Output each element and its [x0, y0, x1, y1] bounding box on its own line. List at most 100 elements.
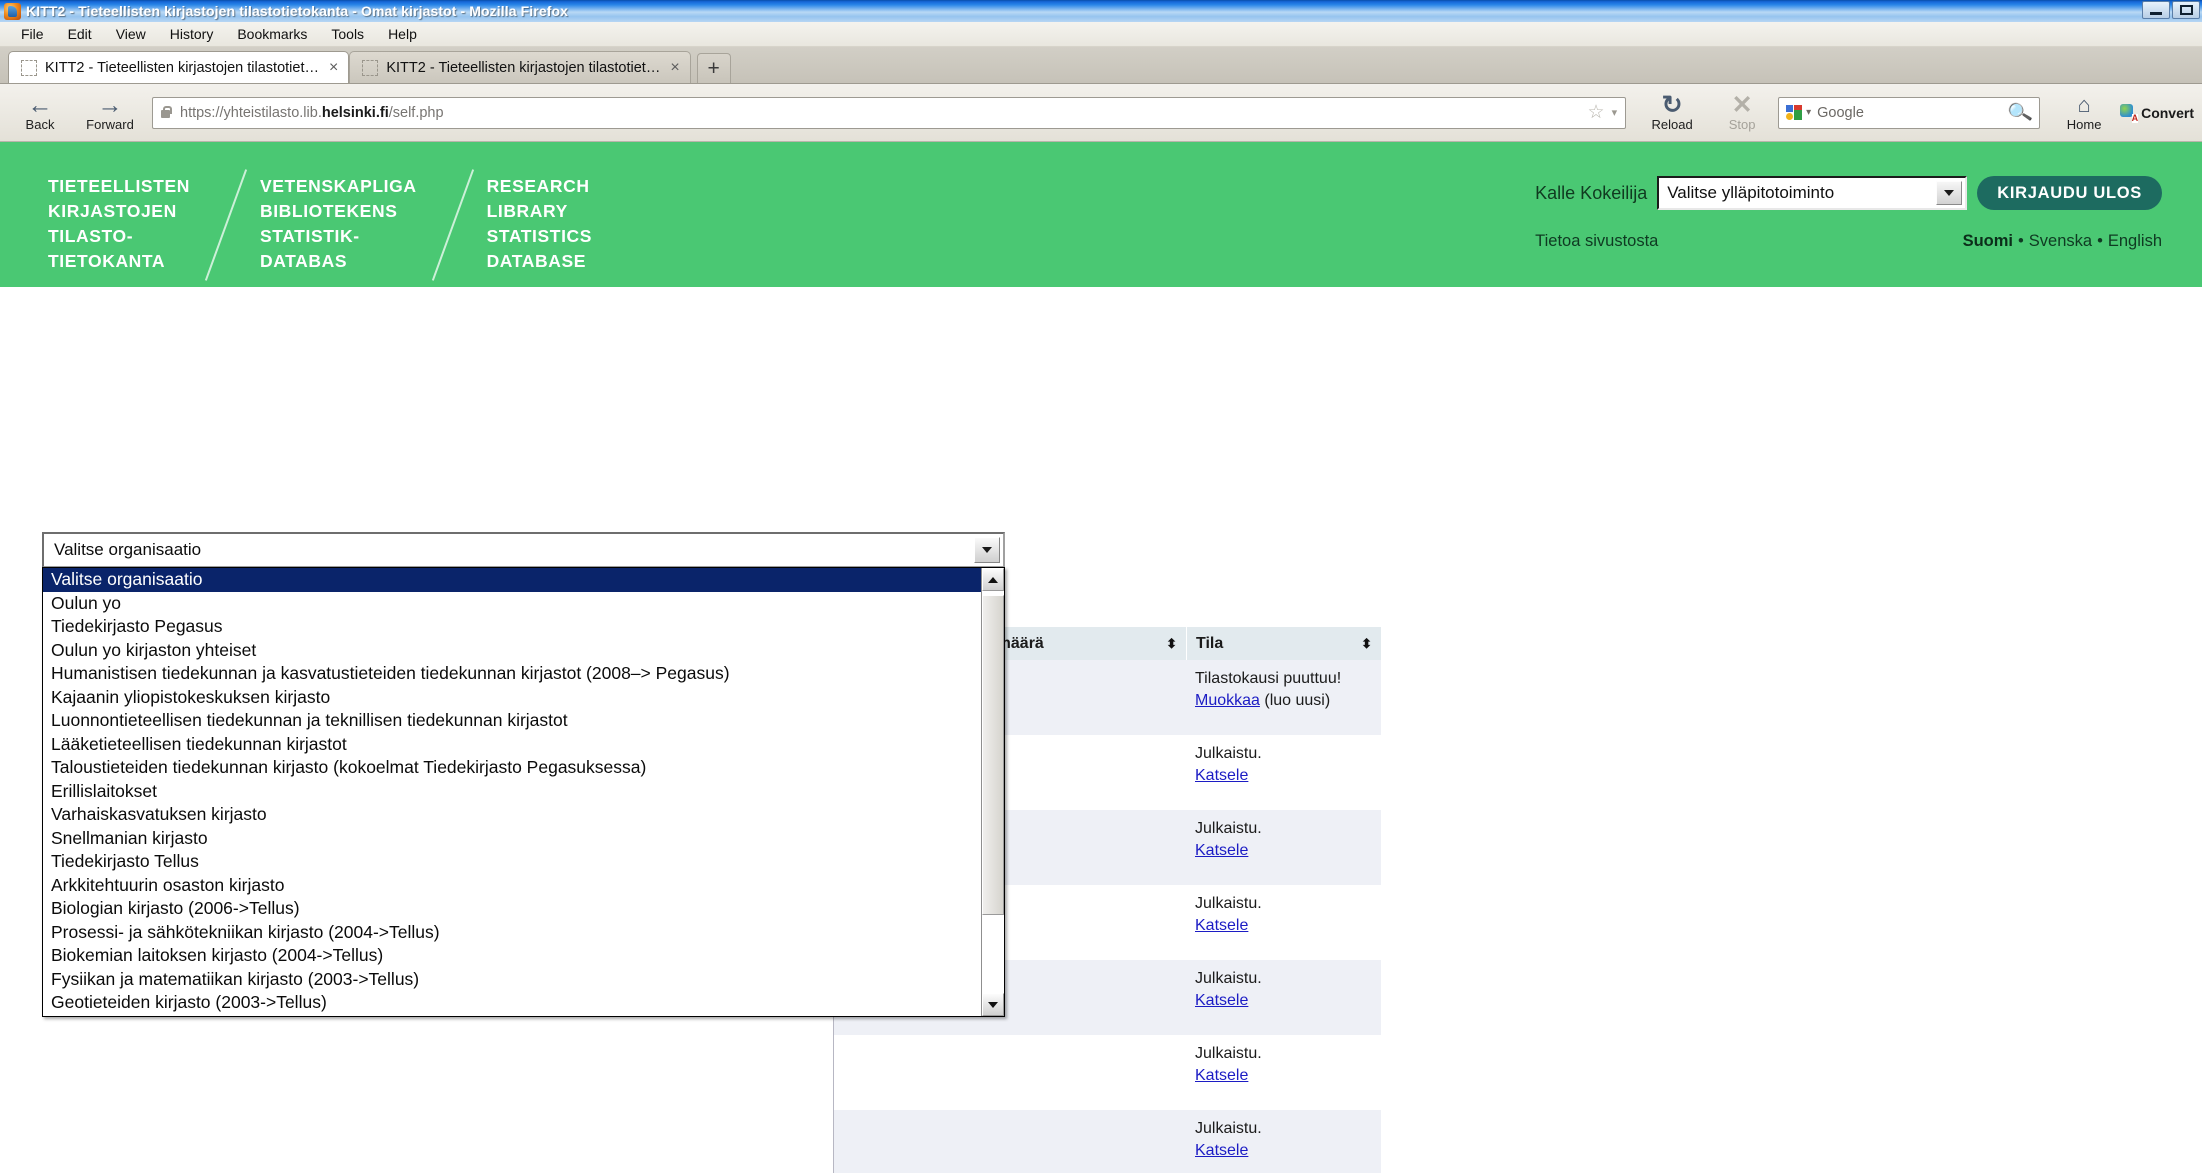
organisation-select[interactable]: Valitse organisaatio [42, 532, 1005, 568]
menu-item-file[interactable]: File [10, 23, 55, 45]
menu-item-tools[interactable]: Tools [320, 23, 375, 45]
organisation-option[interactable]: Taloustieteiden tiedekunnan kirjasto (ko… [43, 756, 981, 780]
url-path: /self.php [388, 104, 444, 121]
lang-separator: • [2018, 232, 2024, 250]
arrow-right-icon: → [97, 91, 123, 119]
organisation-option[interactable]: Oulun yo [43, 592, 981, 616]
scrollbar-thumb[interactable] [982, 595, 1004, 915]
about-site-link[interactable]: Tietoa sivustosta [1535, 232, 1658, 251]
browser-tab-1[interactable]: KITT2 - Tieteellisten kirjastojen tilast… [8, 51, 350, 83]
state-action-link[interactable]: Katsele [1195, 1142, 1248, 1159]
google-icon [1786, 104, 1803, 121]
state-action-link[interactable]: Katsele [1195, 992, 1248, 1009]
admin-function-select[interactable]: Valitse ylläpitotoiminto [1657, 176, 1968, 210]
menu-item-help[interactable]: Help [377, 23, 428, 45]
state-link-wrap: Katsele [1195, 840, 1372, 862]
menu-item-edit[interactable]: Edit [57, 23, 103, 45]
organisation-option[interactable]: Kemian laitoksen kirjasto (2003->Tellus) [43, 1015, 981, 1017]
menu-item-bookmarks[interactable]: Bookmarks [226, 23, 318, 45]
search-bar[interactable]: ▾ Google 🔍 [1778, 96, 2041, 129]
organisation-option[interactable]: Geotieteiden kirjasto (2003->Tellus) [43, 991, 981, 1015]
organisation-option[interactable]: Varhaiskasvatuksen kirjasto [43, 803, 981, 827]
maximize-button[interactable] [2172, 1, 2200, 19]
state-action-link[interactable]: Muokkaa [1195, 692, 1260, 709]
search-input[interactable]: Google [1817, 105, 1864, 121]
chevron-down-icon[interactable] [974, 537, 1000, 563]
column-header-state[interactable]: Tila ⬍ [1186, 627, 1381, 660]
search-icon[interactable]: 🔍 [2006, 98, 2035, 126]
state-text: Julkaistu. [1195, 1120, 1262, 1137]
organisation-dropdown-list[interactable]: Valitse organisaatio Oulun yo Tiedekirjast… [42, 567, 1005, 1017]
tab-favicon [21, 59, 37, 76]
cell-count [944, 1110, 1186, 1173]
menu-item-history[interactable]: History [159, 23, 225, 45]
scroll-down-button[interactable] [982, 993, 1004, 1016]
lang-separator: • [2097, 232, 2103, 250]
brand-sv-line-3: STATISTIK- [259, 226, 360, 246]
username-label: Kalle Kokeilija [1535, 182, 1648, 203]
browser-tab-2[interactable]: KITT2 - Tieteellisten kirjastojen tilast… [349, 51, 691, 83]
address-bar[interactable]: https://yhteistilasto.lib.helsinki.fi/se… [152, 96, 1627, 129]
organisation-option[interactable]: Biokemian laitoksen kirjasto (2004->Tell… [43, 944, 981, 968]
organisation-option[interactable]: Kajaanin yliopistokeskuksen kirjasto [43, 686, 981, 710]
column-header-state-label: Tila [1196, 635, 1224, 652]
organisation-option[interactable]: Tiedekirjasto Tellus [43, 850, 981, 874]
organisation-option[interactable]: Humanistisen tiedekunnan ja kasvatustiet… [43, 662, 981, 686]
state-text: Julkaistu. [1195, 970, 1262, 987]
forward-label: Forward [86, 117, 134, 132]
minimize-button[interactable] [2142, 1, 2170, 19]
brand-en-line-2: LIBRARY [486, 201, 568, 221]
cell-state: Julkaistu. Katsele [1186, 735, 1381, 810]
logout-button[interactable]: KIRJAUDU ULOS [1977, 176, 2162, 210]
organisation-option[interactable]: Erillislaitokset [43, 780, 981, 804]
state-action-link[interactable]: Katsele [1195, 1067, 1248, 1084]
home-button[interactable]: ⌂ Home [2050, 86, 2118, 140]
state-action-link[interactable]: Katsele [1195, 767, 1248, 784]
lang-link-english[interactable]: English [2108, 232, 2162, 250]
organisation-option[interactable]: Tiedekirjasto Pegasus [43, 615, 981, 639]
back-button[interactable]: ← Back [6, 86, 74, 140]
brand-fi-line-2: KIRJASTOJEN [48, 201, 177, 221]
tab-close-icon[interactable]: × [670, 59, 679, 76]
chevron-down-icon[interactable]: ▾ [1806, 107, 1811, 118]
brand-sv-line-1: VETENSKAPLIGA [259, 176, 417, 196]
lang-link-svenska[interactable]: Svenska [2029, 232, 2092, 250]
state-action-link[interactable]: Katsele [1195, 842, 1248, 859]
lang-link-suomi[interactable]: Suomi [1963, 232, 2013, 250]
tab-close-icon[interactable]: × [329, 59, 338, 76]
organisation-option[interactable]: Arkkitehtuurin osaston kirjasto [43, 874, 981, 898]
divider-slash-icon [417, 174, 487, 282]
menu-item-view[interactable]: View [105, 23, 157, 45]
brand-fi-line-3: TILASTO- [48, 226, 134, 246]
forward-button[interactable]: → Forward [76, 86, 144, 140]
new-tab-button[interactable]: + [696, 53, 731, 83]
cell-state: Julkaistu. Katsele [1186, 810, 1381, 885]
scroll-up-button[interactable] [982, 568, 1004, 591]
bookmark-controls: ☆ ▾ [1588, 101, 1620, 124]
organisation-option[interactable]: Snellmanian kirjasto [43, 827, 981, 851]
stop-button: ✕ Stop [1708, 86, 1776, 140]
url-scheme: https://yhteistilasto.lib. [180, 104, 322, 121]
convert-button[interactable]: Convert [2120, 103, 2196, 123]
page-content: TIETEELLISTEN KIRJASTOJEN TILASTO- TIETO… [0, 142, 2202, 1173]
sort-icon[interactable]: ⬍ [1166, 636, 1177, 652]
organisation-option[interactable]: Lääketieteellisen tiedekunnan kirjastot [43, 733, 981, 757]
state-link-wrap: Katsele [1195, 915, 1372, 937]
organisation-option[interactable]: Fysiikan ja matematiikan kirjasto (2003-… [43, 968, 981, 992]
organisation-option[interactable]: Luonnontieteellisen tiedekunnan ja tekni… [43, 709, 981, 733]
cell-state: Julkaistu. Katsele [1186, 1110, 1381, 1173]
organisation-option[interactable]: Biologian kirjasto (2006->Tellus) [43, 897, 981, 921]
organisation-option[interactable]: Valitse organisaatio [43, 568, 981, 592]
organisation-option[interactable]: Prosessi- ja sähkötekniikan kirjasto (20… [43, 921, 981, 945]
star-icon[interactable]: ☆ [1588, 101, 1605, 124]
tab-label: KITT2 - Tieteellisten kirjastojen tilast… [386, 59, 661, 76]
dropdown-scrollbar[interactable] [981, 568, 1004, 1016]
state-action-link[interactable]: Katsele [1195, 917, 1248, 934]
scrollbar-track[interactable] [982, 591, 1004, 993]
chevron-down-icon[interactable]: ▾ [1612, 106, 1618, 119]
reload-button[interactable]: ↻ Reload [1638, 86, 1706, 140]
chevron-down-icon[interactable] [1936, 181, 1963, 205]
sort-icon[interactable]: ⬍ [1361, 636, 1372, 652]
cell-state: Julkaistu. Katsele [1186, 1035, 1381, 1110]
organisation-option[interactable]: Oulun yo kirjaston yhteiset [43, 639, 981, 663]
